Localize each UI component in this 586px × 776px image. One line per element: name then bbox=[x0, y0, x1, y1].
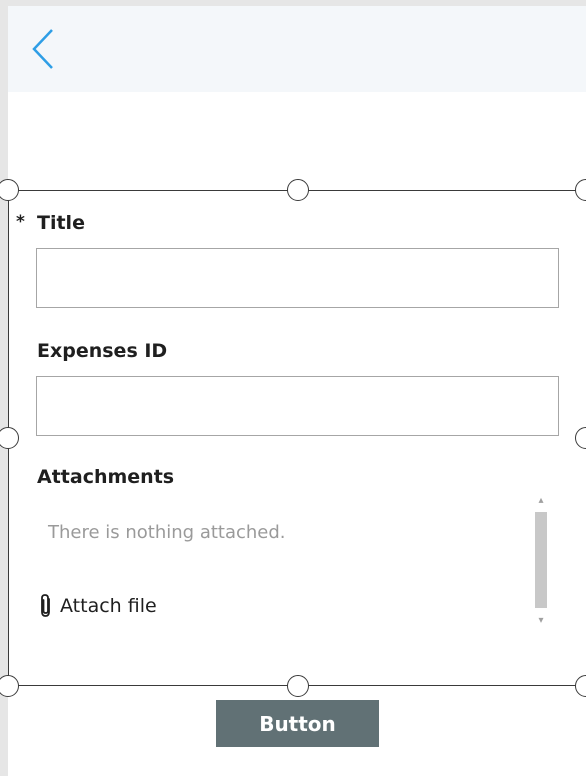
attach-file-label: Attach file bbox=[60, 595, 157, 617]
left-border bbox=[0, 0, 8, 776]
paperclip-icon bbox=[41, 594, 50, 617]
attach-file-link[interactable]: Attach file bbox=[38, 593, 157, 619]
main-button[interactable]: Button bbox=[216, 700, 379, 747]
expenses-id-label: Expenses ID bbox=[37, 340, 168, 362]
resize-handle-bottom-center[interactable] bbox=[287, 675, 309, 697]
resize-handle-top-center[interactable] bbox=[287, 179, 309, 201]
resize-handle-bottom-left[interactable] bbox=[0, 675, 19, 697]
resize-handle-bottom-right[interactable] bbox=[575, 675, 586, 697]
required-marker: * bbox=[16, 212, 25, 232]
attachments-empty-message: There is nothing attached. bbox=[48, 522, 286, 543]
chevron-left-icon[interactable] bbox=[28, 26, 58, 72]
expenses-id-input[interactable] bbox=[36, 376, 559, 436]
attachments-label: Attachments bbox=[37, 466, 175, 488]
title-label: Title bbox=[37, 212, 85, 234]
app-screen: * Title Expenses ID Attachments There is… bbox=[0, 0, 586, 776]
title-input[interactable] bbox=[36, 248, 559, 308]
scroll-thumb[interactable] bbox=[535, 512, 547, 608]
attachments-scrollbar[interactable]: ▴ ▾ bbox=[533, 494, 549, 630]
scroll-down-icon[interactable]: ▾ bbox=[533, 614, 549, 628]
header-bar bbox=[8, 6, 586, 92]
scroll-up-icon[interactable]: ▴ bbox=[533, 494, 549, 508]
